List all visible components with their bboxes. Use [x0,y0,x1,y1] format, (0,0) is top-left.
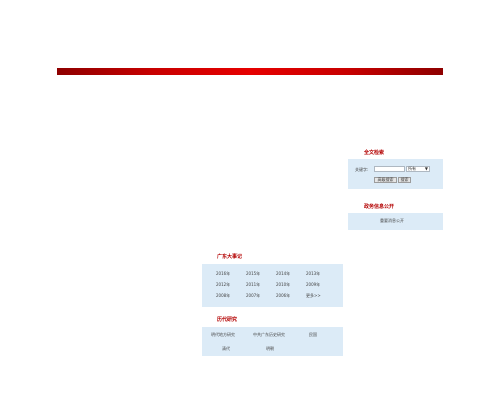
disclosure-link[interactable]: 重要消息公开 [380,218,404,224]
scope-select-value: 所有 [408,166,416,171]
header-banner-bar [57,68,443,75]
history-link[interactable]: 明代地方研究 [211,332,235,338]
year-link[interactable]: 2011年 [246,282,260,288]
year-link[interactable]: 2014年 [276,271,290,277]
search-button[interactable]: 搜索 [398,177,411,183]
search-heading: 全文检索 [364,150,385,156]
advanced-search-button[interactable]: 高级搜索 [374,177,397,183]
history-link[interactable]: 中共广东历史研究 [253,332,285,338]
history-link[interactable]: 民国 [309,332,317,338]
year-link[interactable]: 2006年 [276,293,290,299]
scope-select[interactable]: 所有 ▼ [406,166,430,172]
events-heading: 广东大事记 [217,254,243,260]
more-years-link[interactable]: 更多>> [306,293,321,299]
disclosure-heading: 政务信息公开 [364,204,395,210]
search-panel [348,159,443,189]
year-link[interactable]: 2012年 [216,282,230,288]
year-link[interactable]: 2007年 [246,293,260,299]
keyword-label: 关键字: [355,167,369,172]
keyword-input[interactable] [374,166,405,172]
year-link[interactable]: 2010年 [276,282,290,288]
year-link[interactable]: 2016年 [216,271,230,277]
year-link[interactable]: 2008年 [216,293,230,299]
history-link[interactable]: 明朝 [266,346,274,352]
year-link[interactable]: 2015年 [246,271,260,277]
history-heading: 历代研究 [217,317,238,323]
year-link[interactable]: 2013年 [306,271,320,277]
chevron-down-icon: ▼ [424,166,428,171]
history-link[interactable]: 清代 [222,346,230,352]
year-link[interactable]: 2009年 [306,282,320,288]
